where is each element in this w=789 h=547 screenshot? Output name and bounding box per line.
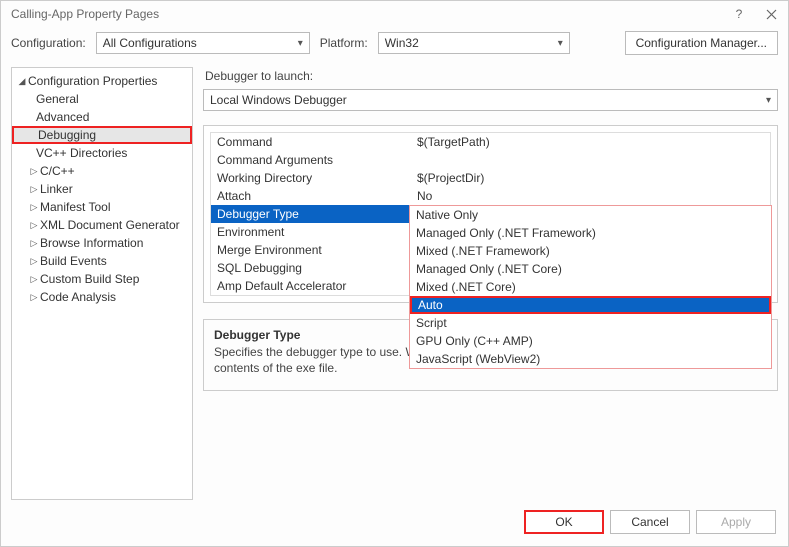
configuration-dropdown[interactable]: All Configurations ▾ [96, 32, 310, 54]
tree-item-general[interactable]: General [12, 90, 192, 108]
property-value[interactable]: No [411, 187, 770, 205]
chevron-down-icon: ▾ [558, 38, 563, 49]
tree-expand-icon[interactable]: ▷ [28, 202, 40, 213]
configuration-value: All Configurations [103, 36, 197, 50]
property-row[interactable]: Command$(TargetPath) [211, 133, 770, 151]
property-row[interactable]: Command Arguments [211, 151, 770, 169]
dropdown-option[interactable]: Managed Only (.NET Framework) [410, 224, 771, 242]
tree-item-label: C/C++ [40, 164, 75, 178]
tree-item-custom-build-step[interactable]: ▷Custom Build Step [12, 270, 192, 288]
configuration-manager-button[interactable]: Configuration Manager... [625, 31, 778, 55]
platform-dropdown[interactable]: Win32 ▾ [378, 32, 570, 54]
property-name: Working Directory [211, 169, 411, 187]
dropdown-option[interactable]: Native Only [410, 206, 771, 224]
config-row: Configuration: All Configurations ▾ Plat… [1, 27, 788, 67]
tree-item-label: Build Events [40, 254, 107, 268]
debugger-launch-dropdown[interactable]: Local Windows Debugger ▾ [203, 89, 778, 111]
property-pages-window: Calling-App Property Pages ? Configurati… [0, 0, 789, 547]
property-name: Command Arguments [211, 151, 411, 169]
window-title: Calling-App Property Pages [11, 7, 159, 21]
chevron-down-icon: ▾ [766, 95, 771, 106]
tree-expand-icon[interactable]: ▷ [28, 274, 40, 285]
dropdown-option[interactable]: Script [410, 314, 771, 332]
property-name: Debugger Type [211, 205, 411, 223]
platform-label: Platform: [320, 36, 368, 50]
property-value[interactable]: $(TargetPath) [411, 133, 770, 151]
tree-item-label: XML Document Generator [40, 218, 180, 232]
property-value[interactable]: $(ProjectDir) [411, 169, 770, 187]
tree-item-build-events[interactable]: ▷Build Events [12, 252, 192, 270]
property-name: Merge Environment [211, 241, 411, 259]
tree-expand-icon[interactable]: ▷ [28, 256, 40, 267]
cancel-button[interactable]: Cancel [610, 510, 690, 534]
tree-expand-icon[interactable]: ▷ [28, 292, 40, 303]
debugger-launch-label: Debugger to launch: [205, 69, 778, 83]
dialog-buttons: OK Cancel Apply [1, 500, 788, 546]
property-name: Environment [211, 223, 411, 241]
property-value[interactable] [411, 151, 770, 169]
chevron-down-icon: ▾ [298, 38, 303, 49]
tree-expand-icon[interactable]: ▷ [28, 184, 40, 195]
tree-item-label: Custom Build Step [40, 272, 139, 286]
tree-item-label: Debugging [38, 128, 96, 142]
dropdown-option[interactable]: Mixed (.NET Core) [410, 278, 771, 296]
close-icon[interactable] [764, 7, 778, 21]
tree-item-vc-directories[interactable]: VC++ Directories [12, 144, 192, 162]
tree-item-label: Code Analysis [40, 290, 116, 304]
tree-item-debugging[interactable]: Debugging [12, 126, 192, 144]
tree-collapse-icon[interactable]: ◢ [16, 76, 28, 87]
tree-item-label: Manifest Tool [40, 200, 110, 214]
property-row[interactable]: AttachNo [211, 187, 770, 205]
tree-item-manifest-tool[interactable]: ▷Manifest Tool [12, 198, 192, 216]
dropdown-option[interactable]: Mixed (.NET Framework) [410, 242, 771, 260]
apply-button[interactable]: Apply [696, 510, 776, 534]
tree-item-label: General [36, 92, 79, 106]
dropdown-option[interactable]: JavaScript (WebView2) [410, 350, 771, 368]
configuration-label: Configuration: [11, 36, 86, 50]
property-name: Amp Default Accelerator [211, 277, 411, 295]
platform-value: Win32 [385, 36, 419, 50]
tree-expand-icon[interactable]: ▷ [28, 220, 40, 231]
tree-view[interactable]: ◢ Configuration Properties General Advanc… [11, 67, 193, 500]
property-name: Command [211, 133, 411, 151]
tree-item-linker[interactable]: ▷Linker [12, 180, 192, 198]
tree-item-label: VC++ Directories [36, 146, 127, 160]
tree-item-c-c-[interactable]: ▷C/C++ [12, 162, 192, 180]
dropdown-option[interactable]: Managed Only (.NET Core) [410, 260, 771, 278]
debugger-launch-value: Local Windows Debugger [210, 93, 347, 107]
tree-item-browse-information[interactable]: ▷Browse Information [12, 234, 192, 252]
ok-button[interactable]: OK [524, 510, 604, 534]
tree-expand-icon[interactable]: ▷ [28, 238, 40, 249]
tree-item-label: Linker [40, 182, 73, 196]
debugger-type-dropdown-list[interactable]: Native OnlyManaged Only (.NET Framework)… [409, 205, 772, 369]
tree-item-code-analysis[interactable]: ▷Code Analysis [12, 288, 192, 306]
tree-item-xml-document-generator[interactable]: ▷XML Document Generator [12, 216, 192, 234]
property-row[interactable]: Working Directory$(ProjectDir) [211, 169, 770, 187]
tree-expand-icon[interactable]: ▷ [28, 166, 40, 177]
dropdown-option[interactable]: GPU Only (C++ AMP) [410, 332, 771, 350]
tree-root[interactable]: ◢ Configuration Properties [12, 72, 192, 90]
property-name: Attach [211, 187, 411, 205]
help-icon[interactable]: ? [732, 7, 746, 21]
dropdown-option[interactable]: Auto [410, 296, 771, 314]
tree-item-label: Browse Information [40, 236, 143, 250]
tree-item-label: Advanced [36, 110, 89, 124]
tree-item-advanced[interactable]: Advanced [12, 108, 192, 126]
property-name: SQL Debugging [211, 259, 411, 277]
titlebar: Calling-App Property Pages ? [1, 1, 788, 27]
